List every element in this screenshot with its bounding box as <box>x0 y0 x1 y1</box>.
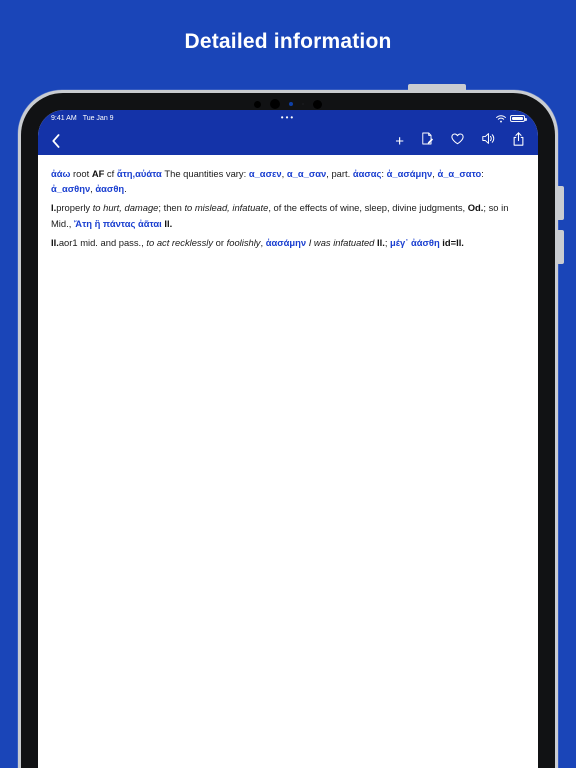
sense-2-t1: aor1 mid. and pass., <box>58 236 147 248</box>
sense-1-t3: , of the effects of wine, sleep, divine … <box>268 202 468 214</box>
favorite-button[interactable] <box>451 132 464 150</box>
sense-1-gloss-1: to hurt, damage <box>92 202 159 214</box>
entry-t1: root <box>70 168 92 179</box>
camera-sensor-icon <box>253 100 261 108</box>
entry-form-2[interactable]: α_α_σαν <box>287 168 326 179</box>
power-button[interactable] <box>408 84 466 90</box>
device-frame: 9:41 AM Tue Jan 9 ••• + ἀάω root AF cf ἄ… <box>18 84 564 768</box>
sense-2-citation-1[interactable]: Il. <box>377 237 385 248</box>
sense-1-gloss-2: to mislead, infatuate <box>184 202 269 214</box>
plus-icon: + <box>395 132 404 150</box>
device-screen: 9:41 AM Tue Jan 9 ••• + ἀάω root AF cf ἄ… <box>38 110 538 768</box>
entry-t3: The quantities vary: <box>161 168 249 179</box>
sense-2-quote[interactable]: μέγ᾽ ἀάσθη <box>390 237 440 248</box>
dictionary-entry: ἀάω root AF cf ἄτη,αὐάτα The quantities … <box>51 166 525 250</box>
battery-icon <box>510 114 527 123</box>
entry-headword: ἀάω <box>51 168 71 179</box>
back-button[interactable] <box>52 134 60 148</box>
entry-s5: : <box>481 168 484 179</box>
ambient-sensor-icon <box>301 102 305 106</box>
device-bezel: 9:41 AM Tue Jan 9 ••• + ἀάω root AF cf ἄ… <box>21 93 555 768</box>
entry-form-1[interactable]: α_ασεν <box>249 168 282 179</box>
status-bar-right <box>496 114 527 123</box>
wifi-icon <box>496 114 506 123</box>
status-bar-left: 9:41 AM Tue Jan 9 <box>51 115 114 122</box>
entry-root: AF <box>91 168 105 179</box>
entry-form-3[interactable]: ἀασας <box>353 168 382 179</box>
dictionary-content[interactable]: ἀάω root AF cf ἄτη,αὐάτα The quantities … <box>38 155 538 768</box>
entry-form-7[interactable]: ἀασθη <box>95 183 124 194</box>
sense-2-marker: II. <box>51 236 59 248</box>
entry-form-4[interactable]: ἀ_ασάμην <box>387 168 433 179</box>
entry-form-5[interactable]: ἀ_α_σατο <box>437 168 481 179</box>
note-edit-icon <box>422 132 434 150</box>
speaker-icon <box>482 132 495 150</box>
sense-1-quote[interactable]: Ἄτη ἣ πάντας ἀᾶται <box>74 218 162 229</box>
entry-sense-1: I.properly to hurt, damage; then to misl… <box>51 200 525 230</box>
sense-2-t2: or <box>213 236 227 248</box>
share-button[interactable] <box>513 131 524 151</box>
status-bar: 9:41 AM Tue Jan 9 ••• <box>38 110 538 127</box>
status-date: Tue Jan 9 <box>82 115 114 122</box>
sense-1-t1: properly <box>56 202 93 214</box>
toolbar-actions: + <box>395 131 524 151</box>
sense-1-citation-2[interactable]: Il. <box>164 218 172 229</box>
entry-cross-reference[interactable]: ἄτη,αὐάτα <box>117 168 162 179</box>
sense-2-form[interactable]: ἀασάμην <box>266 237 306 248</box>
sense-2-gloss-3: I was infatuated <box>308 236 375 248</box>
sense-2-gloss-1: to act recklessly <box>146 236 214 248</box>
sense-1-citation-1[interactable]: Od. <box>468 202 484 213</box>
entry-s2: , part. <box>326 168 353 179</box>
entry-form-6[interactable]: ἀ_ασθην <box>51 183 90 194</box>
front-camera-icon <box>269 99 280 109</box>
add-button[interactable]: + <box>395 134 404 149</box>
volume-up-button[interactable] <box>558 186 564 220</box>
depth-sensor-icon <box>313 99 323 109</box>
entry-s7: . <box>124 183 127 195</box>
sense-2-gloss-2: foolishly <box>226 236 261 248</box>
entry-sense-2: II.aor1 mid. and pass., to act recklessl… <box>51 235 525 250</box>
page-title: Detailed information <box>184 30 392 53</box>
edit-note-button[interactable] <box>422 132 434 150</box>
sense-1-t2: ; then <box>158 202 185 214</box>
status-time: 9:41 AM <box>51 115 77 122</box>
indicator-light-icon <box>288 102 293 106</box>
heart-outline-icon <box>451 132 464 150</box>
entry-headword-paragraph: ἀάω root AF cf ἄτη,αὐάτα The quantities … <box>51 166 525 196</box>
share-icon <box>513 131 524 151</box>
speak-button[interactable] <box>482 132 495 150</box>
entry-t2: cf <box>104 168 117 179</box>
volume-down-button[interactable] <box>558 230 564 264</box>
camera-cluster <box>21 98 555 110</box>
app-toolbar: + <box>38 127 538 155</box>
sense-2-t7: id=Il. <box>439 236 464 248</box>
